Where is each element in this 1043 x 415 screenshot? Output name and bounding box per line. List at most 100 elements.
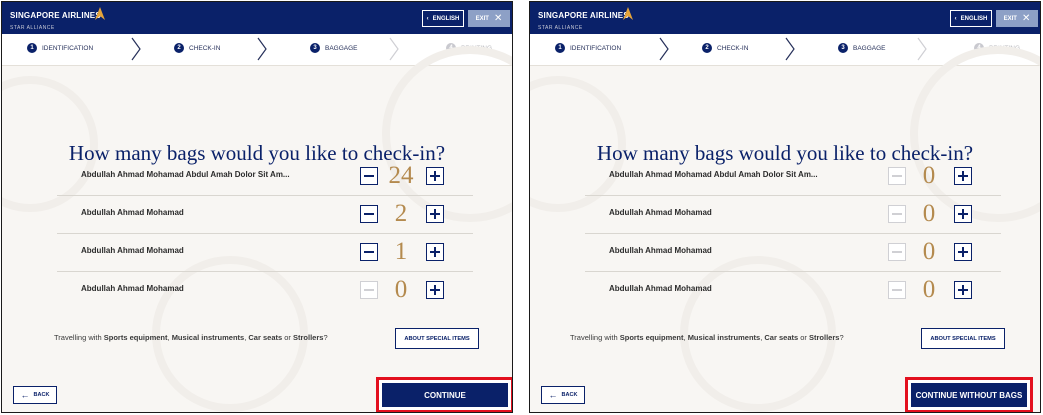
minus-icon	[892, 213, 902, 215]
special-item: Car seats	[764, 333, 799, 342]
step-baggage: 3 BAGGAGE	[310, 43, 358, 53]
bag-count: 2	[394, 200, 408, 227]
special-separator: or	[282, 333, 294, 342]
decrease-bags-button[interactable]	[360, 281, 378, 299]
close-icon: ✕	[493, 13, 503, 24]
increase-bags-button[interactable]	[954, 205, 972, 223]
about-special-items-button[interactable]: ABOUT SPECIAL ITEMS	[395, 328, 479, 349]
decrease-bags-button[interactable]	[888, 281, 906, 299]
chevron-right-icon	[257, 37, 267, 61]
step-number: 3	[838, 43, 848, 53]
minus-icon	[364, 175, 374, 177]
special-item: Strollers	[293, 333, 324, 342]
exit-button[interactable]: EXIT ✕	[996, 10, 1038, 27]
step-number: 1	[555, 43, 565, 53]
special-item: Musical instruments	[687, 333, 761, 342]
minus-icon	[364, 213, 374, 215]
bag-count: 24	[388, 162, 414, 189]
language-button[interactable]: ‹ ENGLISH	[950, 10, 992, 27]
top-bar: SINGAPORE AIRLINES STAR ALLIANCE ‹ ENGLIS…	[2, 2, 512, 34]
airline-logo-text: SINGAPORE AIRLINES	[10, 11, 101, 20]
arrow-left-icon: ←	[548, 390, 558, 400]
exit-button[interactable]: EXIT ✕	[468, 10, 510, 27]
decrease-bags-button[interactable]	[888, 167, 906, 185]
special-items-text: Travelling with Sports equipment, Musica…	[54, 333, 328, 342]
passenger-row: Abdullah Ahmad Mohamad 0	[573, 272, 1001, 310]
bag-count: 1	[394, 238, 408, 265]
step-number: 2	[174, 43, 184, 53]
continue-button[interactable]: CONTINUE	[382, 383, 508, 407]
step-label: IDENTIFICATION	[42, 44, 94, 52]
decrease-bags-button[interactable]	[360, 205, 378, 223]
airline-bird-icon	[95, 7, 105, 20]
close-icon: ✕	[1021, 13, 1031, 24]
passenger-name: Abdullah Ahmad Mohamad	[609, 284, 712, 293]
special-suffix: ?	[839, 333, 844, 342]
language-button[interactable]: ‹ ENGLISH	[422, 10, 464, 27]
back-button[interactable]: ← BACK	[541, 386, 585, 404]
decrease-bags-button[interactable]	[888, 243, 906, 261]
chevron-right-icon	[389, 37, 399, 61]
airline-bird-icon	[623, 7, 633, 20]
exit-label: EXIT	[1003, 15, 1017, 22]
increase-bags-button[interactable]	[426, 205, 444, 223]
increase-bags-button[interactable]	[426, 281, 444, 299]
passenger-row: Abdullah Ahmad Mohamad Abdul Amah Dolor …	[45, 158, 473, 196]
special-item: Sports equipment	[619, 333, 684, 342]
bag-count: 0	[922, 238, 936, 265]
minus-icon	[892, 289, 902, 291]
passenger-row: Abdullah Ahmad Mohamad 2	[45, 196, 473, 234]
bag-count: 0	[922, 200, 936, 227]
back-label: BACK	[561, 392, 578, 398]
continue-highlight: CONTINUE WITHOUT BAGS	[905, 377, 1033, 412]
step-label: BAGGAGE	[325, 44, 358, 52]
top-bar: SINGAPORE AIRLINES STAR ALLIANCE ‹ ENGLIS…	[530, 2, 1040, 34]
continue-without-bags-button[interactable]: CONTINUE WITHOUT BAGS	[911, 383, 1027, 407]
special-prefix: Travelling with	[54, 333, 104, 342]
kiosk-screen-with-bags: SINGAPORE AIRLINES STAR ALLIANCE ‹ ENGLIS…	[1, 1, 513, 413]
arrow-left-icon: ←	[20, 390, 30, 400]
increase-bags-button[interactable]	[426, 167, 444, 185]
language-label: ENGLISH	[432, 15, 460, 22]
decrease-bags-button[interactable]	[360, 167, 378, 185]
about-special-items-button[interactable]: ABOUT SPECIAL ITEMS	[921, 328, 1005, 349]
chevron-right-icon	[659, 37, 669, 61]
special-separator: or	[798, 333, 810, 342]
bag-count: 0	[922, 162, 936, 189]
step-number: 2	[702, 43, 712, 53]
passenger-name: Abdullah Ahmad Mohamad	[609, 208, 712, 217]
decrease-bags-button[interactable]	[888, 205, 906, 223]
exit-label: EXIT	[475, 15, 489, 22]
special-prefix: Travelling with	[570, 333, 620, 342]
language-label: ENGLISH	[960, 15, 988, 22]
minus-icon	[364, 289, 374, 291]
chevron-left-icon: ‹	[426, 15, 429, 22]
alliance-label: STAR ALLIANCE	[10, 25, 55, 31]
step-number: 1	[27, 43, 37, 53]
back-label: BACK	[33, 392, 50, 398]
passenger-name: Abdullah Ahmad Mohamad	[609, 246, 712, 255]
special-suffix: ?	[323, 333, 328, 342]
increase-bags-button[interactable]	[954, 281, 972, 299]
chevron-left-icon: ‹	[954, 15, 957, 22]
chevron-right-icon	[917, 37, 927, 61]
back-button[interactable]: ← BACK	[13, 386, 57, 404]
step-label: BAGGAGE	[853, 44, 886, 52]
kiosk-screen-no-bags: SINGAPORE AIRLINES STAR ALLIANCE ‹ ENGLIS…	[529, 1, 1041, 413]
minus-icon	[892, 175, 902, 177]
minus-icon	[892, 251, 902, 253]
increase-bags-button[interactable]	[954, 167, 972, 185]
increase-bags-button[interactable]	[426, 243, 444, 261]
step-check-in: 2 CHECK-IN	[174, 43, 220, 53]
passenger-name: Abdullah Ahmad Mohamad Abdul Amah Dolor …	[609, 170, 818, 179]
bag-count: 0	[922, 276, 936, 303]
passenger-row: Abdullah Ahmad Mohamad 0	[573, 234, 1001, 272]
decrease-bags-button[interactable]	[360, 243, 378, 261]
step-baggage: 3 BAGGAGE	[838, 43, 886, 53]
special-item: Sports equipment	[103, 333, 168, 342]
special-items-text: Travelling with Sports equipment, Musica…	[570, 333, 844, 342]
bag-count: 0	[394, 276, 408, 303]
chevron-right-icon	[131, 37, 141, 61]
step-label: CHECK-IN	[717, 44, 749, 52]
increase-bags-button[interactable]	[954, 243, 972, 261]
